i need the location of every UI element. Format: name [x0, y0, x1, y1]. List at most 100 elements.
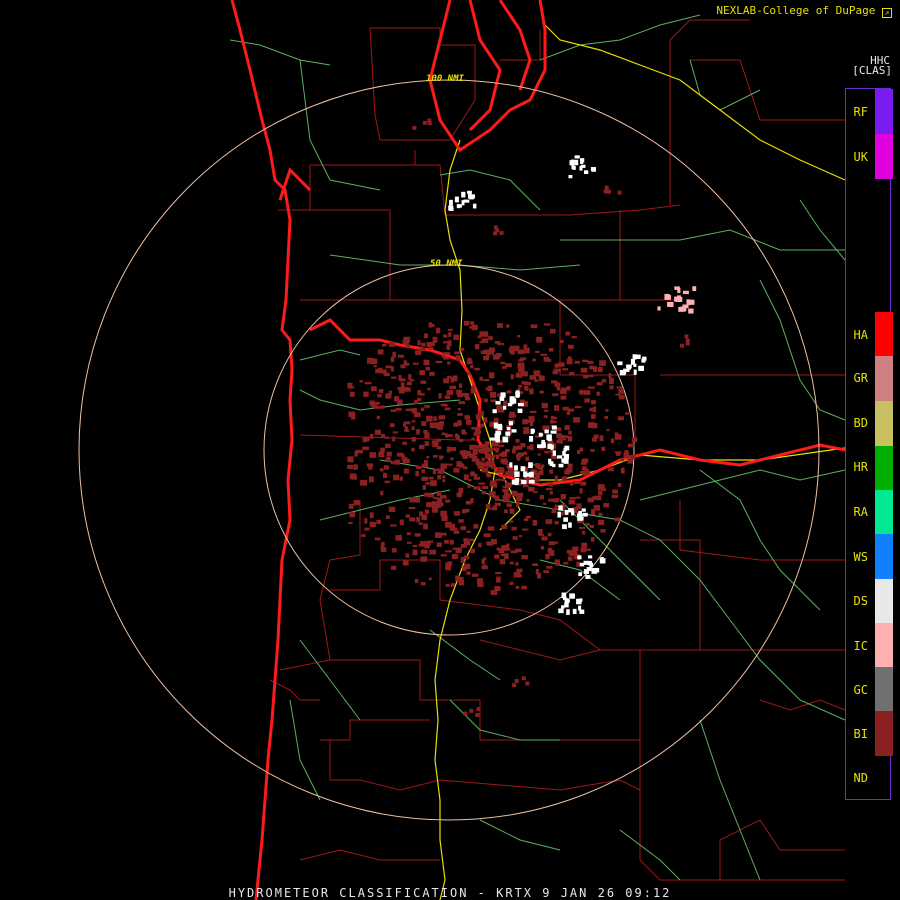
radar-pixel	[548, 481, 554, 487]
radar-pixel	[411, 420, 416, 423]
radar-pixel	[498, 548, 505, 554]
radar-pixel	[598, 519, 605, 526]
radar-pixel	[685, 341, 690, 346]
radar-pixel	[458, 438, 464, 443]
radar-pixel	[469, 321, 475, 325]
radar-pixel	[620, 467, 625, 474]
radar-pixel	[404, 426, 408, 431]
radar-pixel	[426, 341, 432, 348]
radar-pixel	[523, 518, 529, 521]
radar-pixel	[470, 548, 475, 554]
legend-swatch-rf	[875, 89, 893, 134]
radar-pixel	[585, 522, 590, 526]
radar-pixel	[523, 471, 528, 478]
radar-pixel	[447, 340, 452, 346]
radar-pixel	[500, 392, 506, 398]
radar-pixel	[474, 429, 482, 434]
radar-pixel	[568, 174, 573, 179]
radar-pixel	[409, 517, 416, 522]
radar-pixel	[624, 412, 630, 415]
radar-pixel	[402, 423, 407, 427]
radar-pixel	[509, 396, 515, 402]
radar-pixel	[420, 549, 428, 554]
radar-pixel	[529, 410, 537, 414]
radar-pixel	[521, 373, 529, 377]
radar-pixel	[390, 524, 397, 527]
radar-pixel	[600, 557, 604, 561]
radar-pixel	[603, 189, 608, 194]
radar-pixel	[562, 524, 567, 530]
radar-pixel	[518, 359, 524, 362]
radar-pixel	[484, 444, 488, 449]
radar-pixel	[378, 451, 385, 458]
radar-pixel	[578, 605, 582, 611]
radar-pixel	[468, 453, 476, 459]
radar-pixel	[444, 407, 451, 411]
radar-pixel	[460, 526, 467, 531]
radar-pixel	[584, 398, 590, 403]
radar-pixel	[525, 515, 531, 519]
radar-pixel	[688, 308, 694, 314]
radar-pixel	[516, 501, 520, 507]
radar-pixel	[537, 528, 543, 535]
radar-pixel	[593, 434, 599, 439]
radar-pixel	[438, 393, 442, 399]
radar-pixel	[392, 431, 399, 434]
radar-pixel	[376, 415, 380, 420]
radar-pixel	[542, 502, 547, 505]
radar-pixel	[538, 432, 543, 437]
radar-pixel	[552, 450, 556, 456]
radar-pixel	[433, 468, 440, 471]
radar-pixel	[532, 358, 536, 362]
radar-pixel	[385, 443, 391, 448]
radar-pixel	[558, 434, 565, 439]
radar-pixel	[504, 490, 509, 497]
radar-pixel	[680, 343, 685, 348]
radar-pixel	[617, 483, 622, 488]
radar-pixel	[568, 430, 572, 435]
radar-pixel	[507, 402, 513, 407]
radar-pixel	[472, 573, 479, 577]
radar-pixel	[450, 377, 455, 383]
radar-pixel	[425, 366, 430, 371]
radar-pixel	[399, 476, 403, 481]
radar-pixel	[550, 444, 554, 450]
radar-pixel	[496, 405, 503, 410]
radar-pixel	[405, 408, 413, 412]
radar-pixel	[406, 541, 412, 544]
radar-pixel	[609, 378, 614, 384]
radar-pixel	[457, 420, 462, 426]
radar-pixel	[579, 389, 584, 395]
radar-pixel	[446, 463, 453, 466]
radar-pixel	[581, 530, 586, 535]
radar-pixel	[469, 708, 474, 713]
radar-pixel	[549, 491, 554, 495]
radar-pixel	[563, 435, 569, 439]
radar-pixel	[377, 394, 382, 398]
radar-pixel	[604, 185, 609, 190]
radar-pixel	[394, 396, 400, 402]
radar-pixel	[453, 467, 460, 473]
radar-pixel	[464, 415, 470, 420]
radar-pixel	[455, 355, 461, 361]
radar-pixel	[573, 417, 581, 423]
radar-pixel	[558, 608, 564, 614]
radar-pixel	[586, 567, 592, 572]
radar-pixel	[551, 416, 558, 420]
radar-pixel	[576, 598, 582, 605]
radar-pixel	[506, 503, 512, 507]
radar-pixel	[403, 468, 410, 474]
radar-pixel	[543, 323, 551, 326]
radar-pixel	[390, 461, 397, 465]
radar-pixel	[502, 497, 510, 503]
radar-pixel	[445, 550, 452, 553]
radar-pixel	[535, 473, 540, 478]
radar-pixel	[390, 409, 397, 412]
radar-pixel	[614, 432, 619, 439]
radar-pixel	[579, 562, 585, 567]
radar-pixel	[446, 390, 454, 396]
radar-pixel	[539, 390, 544, 394]
legend-label-rf: RF	[853, 105, 868, 119]
radar-pixel	[463, 555, 470, 560]
radar-pixel	[562, 450, 566, 456]
